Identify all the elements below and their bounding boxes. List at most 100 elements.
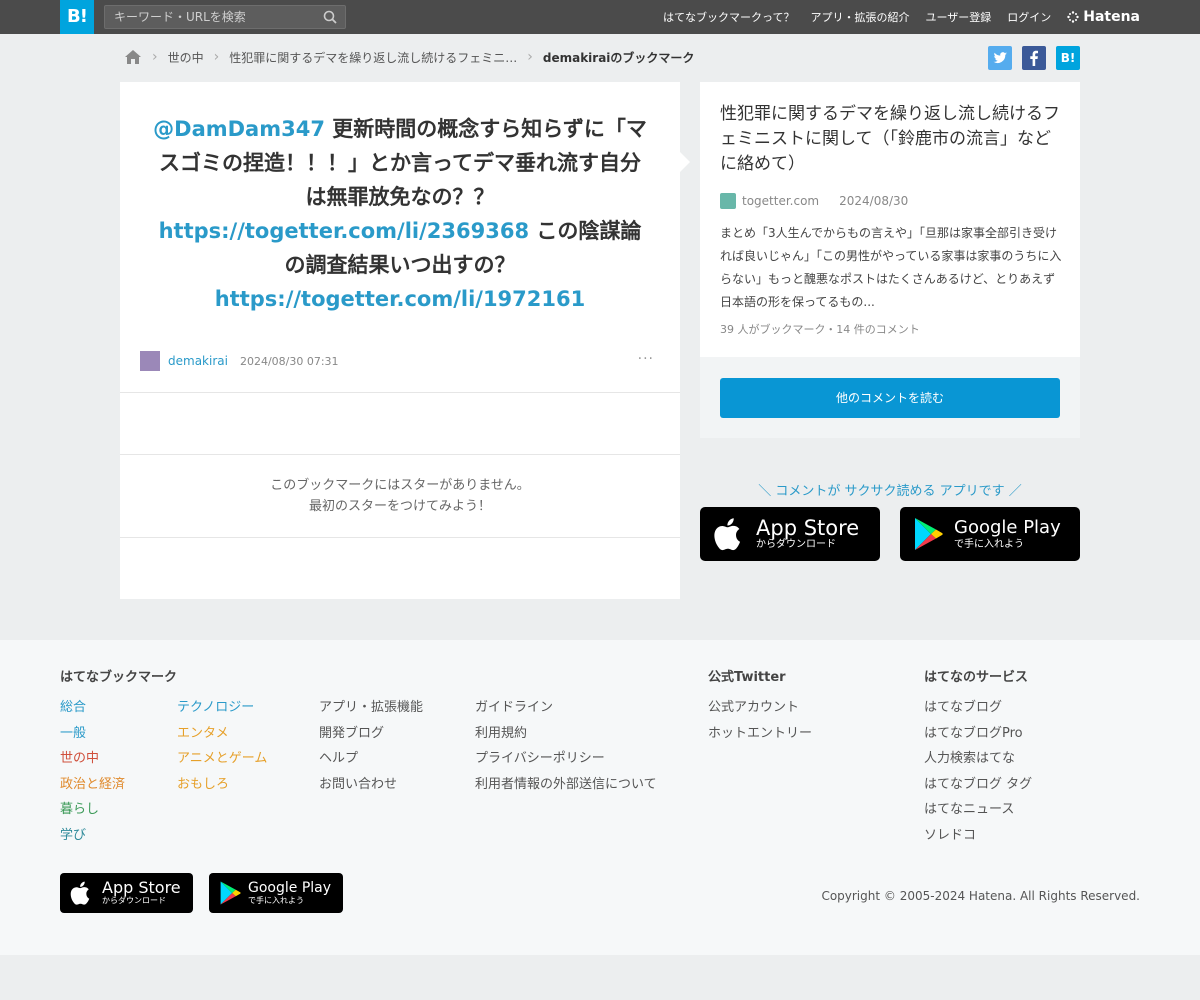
- footer-link[interactable]: はてなニュース: [924, 797, 1032, 823]
- nav-login[interactable]: ログイン: [1007, 9, 1051, 25]
- divider: [120, 537, 680, 538]
- home-icon[interactable]: [124, 49, 142, 65]
- entry-title[interactable]: 性犯罪に関するデマを繰り返し流し続けるフェミニストに関して（「鈴鹿市の流言」など…: [720, 102, 1065, 177]
- footer-links-d: ガイドライン 利用規約 プライバシーポリシー 利用者情報の外部送信について: [475, 695, 657, 797]
- footer-link[interactable]: アプリ・拡張機能: [319, 695, 423, 721]
- footer-heading-bookmark: はてなブックマーク: [60, 670, 178, 685]
- footer-link[interactable]: 利用者情報の外部送信について: [475, 772, 657, 798]
- hatena-brand-text: Hatena: [1083, 9, 1140, 25]
- entry-date: 2024/08/30: [839, 194, 909, 208]
- footer-link[interactable]: 人力検索はてな: [924, 746, 1032, 772]
- no-star-line-2: 最初のスターをつけてみよう！: [308, 499, 491, 514]
- footer-link[interactable]: ヘルプ: [319, 746, 423, 772]
- breadcrumb: › 世の中 › 性犯罪に関するデマを繰り返し流し続けるフェミニ… › demak…: [124, 47, 694, 67]
- footer-link[interactable]: プライバシーポリシー: [475, 746, 657, 772]
- footer-link[interactable]: はてなブログ タグ: [924, 772, 1032, 798]
- nav-register[interactable]: ユーザー登録: [925, 9, 991, 25]
- entry-domain[interactable]: togetter.com: [742, 194, 819, 208]
- avatar[interactable]: [140, 351, 160, 371]
- footer-link[interactable]: お問い合わせ: [319, 772, 423, 798]
- share-buttons: B!: [988, 46, 1080, 70]
- footer-link[interactable]: ソレドコ: [924, 823, 1032, 849]
- footer-category-link[interactable]: 暮らし: [60, 797, 125, 823]
- comment-meta: demakirai 2024/08/30 07:31 ···: [140, 351, 660, 371]
- entry-stats[interactable]: 39 人がブックマーク・14 件のコメント: [720, 321, 920, 337]
- footer-categories-b: テクノロジー エンタメ アニメとゲーム おもしろ: [177, 695, 267, 797]
- entry-description: まとめ「3人生んでからもの言えや」「旦那は家事全部引き受ければ良いじゃん」「この…: [720, 226, 1062, 309]
- apple-icon: [70, 881, 90, 905]
- app-store-label: App Store: [102, 878, 181, 897]
- google-play-sublabel: で手に入れよう: [248, 896, 304, 905]
- entry-card: 性犯罪に関するデマを繰り返し流し続けるフェミニストに関して（「鈴鹿市の流言」など…: [700, 82, 1080, 357]
- comment-date[interactable]: 2024/08/30 07:31: [240, 355, 339, 368]
- hatena-bookmark-logo[interactable]: B!: [60, 0, 94, 34]
- footer-category-link[interactable]: アニメとゲーム: [177, 746, 267, 772]
- twitter-share-icon[interactable]: [988, 46, 1012, 70]
- username[interactable]: demakirai: [168, 354, 228, 368]
- app-store-sublabel: からダウンロード: [756, 539, 836, 550]
- mention-link[interactable]: @DamDam347: [153, 117, 325, 141]
- app-promo-text[interactable]: ＼ コメントが サクサク読める アプリです ／: [700, 480, 1080, 499]
- footer-link[interactable]: 公式アカウント: [708, 695, 812, 721]
- footer-google-play-button[interactable]: Google Play で手に入れよう: [209, 873, 343, 913]
- breadcrumb-current: demakiraiのブックマーク: [542, 50, 695, 65]
- chevron-right-icon: ›: [152, 49, 158, 65]
- footer-link[interactable]: 開発ブログ: [319, 721, 423, 747]
- nav-apps[interactable]: アプリ・拡張の紹介: [810, 9, 909, 25]
- footer-link[interactable]: はてなブログ: [924, 695, 1032, 721]
- footer-category-link[interactable]: 一般: [60, 721, 125, 747]
- app-store-sublabel: からダウンロード: [102, 896, 166, 905]
- copyright: Copyright © 2005-2024 Hatena. All Rights…: [821, 889, 1140, 903]
- google-play-label: Google Play: [248, 880, 332, 896]
- footer-category-link[interactable]: 世の中: [60, 746, 125, 772]
- footer-link[interactable]: ホットエントリー: [708, 721, 812, 747]
- footer-heading-twitter: 公式Twitter: [708, 670, 786, 685]
- footer-category-link[interactable]: おもしろ: [177, 772, 267, 798]
- more-options-icon[interactable]: ···: [638, 351, 654, 367]
- footer-category-link[interactable]: 学び: [60, 823, 125, 849]
- top-bar: B! はてなブックマークって？ アプリ・拡張の紹介 ユーザー登録 ログイン Ha…: [0, 0, 1200, 34]
- togetter-favicon-icon: [720, 193, 736, 209]
- google-play-sublabel: で手に入れよう: [954, 539, 1024, 550]
- comment-text: @DamDam347 更新時間の概念すら知らずに「マスゴミの捏造！！！」とか言っ…: [150, 112, 650, 316]
- no-star-message: このブックマークにはスターがありません。 最初のスターをつけてみよう！: [120, 475, 680, 517]
- footer: はてなブックマーク 総合 一般 世の中 政治と経済 暮らし 学び テクノロジー エンタメ アニ…: [0, 640, 1200, 955]
- footer-links-c: アプリ・拡張機能 開発ブログ ヘルプ お問い合わせ: [319, 695, 423, 797]
- top-nav: はてなブックマークって？ アプリ・拡張の紹介 ユーザー登録 ログイン Haten…: [663, 0, 1140, 34]
- hatena-logo[interactable]: Hatena: [1067, 9, 1140, 25]
- chevron-right-icon: ›: [527, 49, 533, 65]
- search-input[interactable]: [105, 6, 315, 28]
- hatena-bookmark-share-icon[interactable]: B!: [1056, 46, 1080, 70]
- read-other-comments-button[interactable]: 他のコメントを読む: [720, 378, 1060, 418]
- google-play-label: Google Play: [954, 517, 1061, 538]
- bookmark-comment-card: @DamDam347 更新時間の概念すら知らずに「マスゴミの捏造！！！」とか言っ…: [120, 82, 690, 599]
- footer-category-link[interactable]: 総合: [60, 695, 125, 721]
- breadcrumb-entry[interactable]: 性犯罪に関するデマを繰り返し流し続けるフェミニ…: [229, 49, 517, 66]
- breadcrumb-category[interactable]: 世の中: [168, 49, 204, 66]
- search-icon[interactable]: [323, 10, 337, 24]
- card-pointer: [680, 152, 690, 172]
- google-play-button[interactable]: Google Play で手に入れよう: [900, 507, 1080, 561]
- app-store-button[interactable]: App Store からダウンロード: [700, 507, 880, 561]
- entry-meta: togetter.com 2024/08/30: [720, 193, 908, 209]
- footer-categories-a: 総合 一般 世の中 政治と経済 暮らし 学び: [60, 695, 125, 848]
- search-box[interactable]: [104, 5, 346, 29]
- footer-category-link[interactable]: テクノロジー: [177, 695, 267, 721]
- chevron-right-icon: ›: [213, 49, 220, 65]
- togetter-link-1[interactable]: https://togetter.com/li/2369368: [159, 219, 529, 243]
- app-store-label: App Store: [756, 516, 860, 540]
- togetter-link-2[interactable]: https://togetter.com/li/1972161: [215, 287, 585, 311]
- facebook-share-icon[interactable]: [1022, 46, 1046, 70]
- footer-link[interactable]: ガイドライン: [475, 695, 657, 721]
- google-play-icon: [220, 881, 241, 905]
- footer-services: はてなブログ はてなブログPro 人力検索はてな はてなブログ タグ はてなニュ…: [924, 695, 1032, 848]
- footer-heading-services: はてなのサービス: [924, 670, 1029, 685]
- hatena-dots-icon: [1067, 11, 1079, 23]
- footer-category-link[interactable]: エンタメ: [177, 721, 267, 747]
- nav-about[interactable]: はてなブックマークって？: [663, 9, 794, 25]
- footer-link[interactable]: 利用規約: [475, 721, 657, 747]
- footer-link[interactable]: はてなブログPro: [924, 721, 1032, 747]
- footer-category-link[interactable]: 政治と経済: [60, 772, 125, 798]
- footer-app-store-button[interactable]: App Store からダウンロード: [60, 873, 193, 913]
- read-comments-area: 他のコメントを読む: [700, 357, 1080, 438]
